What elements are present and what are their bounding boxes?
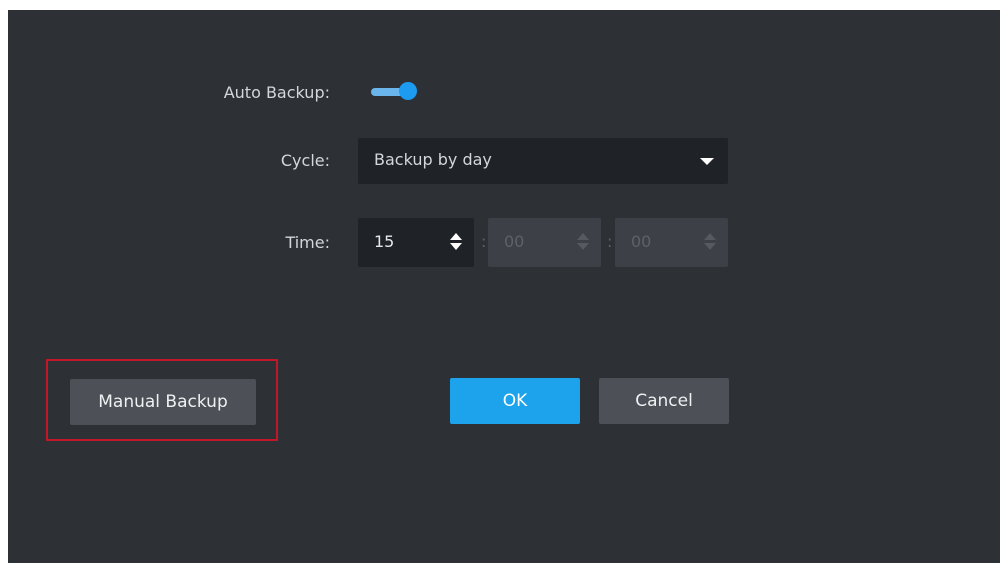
arrow-up-icon[interactable] [450,233,462,240]
second-value: 00 [631,232,652,251]
time-separator: : [481,232,487,251]
hour-stepper[interactable]: 15 [358,218,474,267]
arrow-up-icon [704,233,716,240]
spinner-arrows-icon [577,233,589,253]
cycle-select[interactable]: Backup by day [358,138,728,184]
second-stepper[interactable]: 00 [615,218,728,267]
cycle-label: Cycle: [280,151,330,170]
minute-value: 00 [504,232,525,251]
toggle-knob [399,82,417,100]
time-separator: : [607,232,613,251]
caret-down-icon [700,158,714,165]
spinner-arrows-icon [704,233,716,253]
minute-stepper[interactable]: 00 [488,218,601,267]
hour-value: 15 [374,232,395,251]
cancel-button[interactable]: Cancel [599,378,729,424]
arrow-down-icon [704,243,716,250]
time-label: Time: [285,233,330,252]
manual-backup-button[interactable]: Manual Backup [70,379,256,425]
ok-button[interactable]: OK [450,378,580,424]
backup-settings-dialog: Auto Backup: Cycle: Backup by day Time: … [8,10,1000,563]
cycle-selected-value: Backup by day [374,150,492,169]
arrow-down-icon[interactable] [450,243,462,250]
arrow-up-icon [577,233,589,240]
arrow-down-icon [577,243,589,250]
spinner-arrows-icon[interactable] [450,233,462,253]
auto-backup-toggle[interactable] [363,82,419,100]
auto-backup-label: Auto Backup: [223,83,330,102]
